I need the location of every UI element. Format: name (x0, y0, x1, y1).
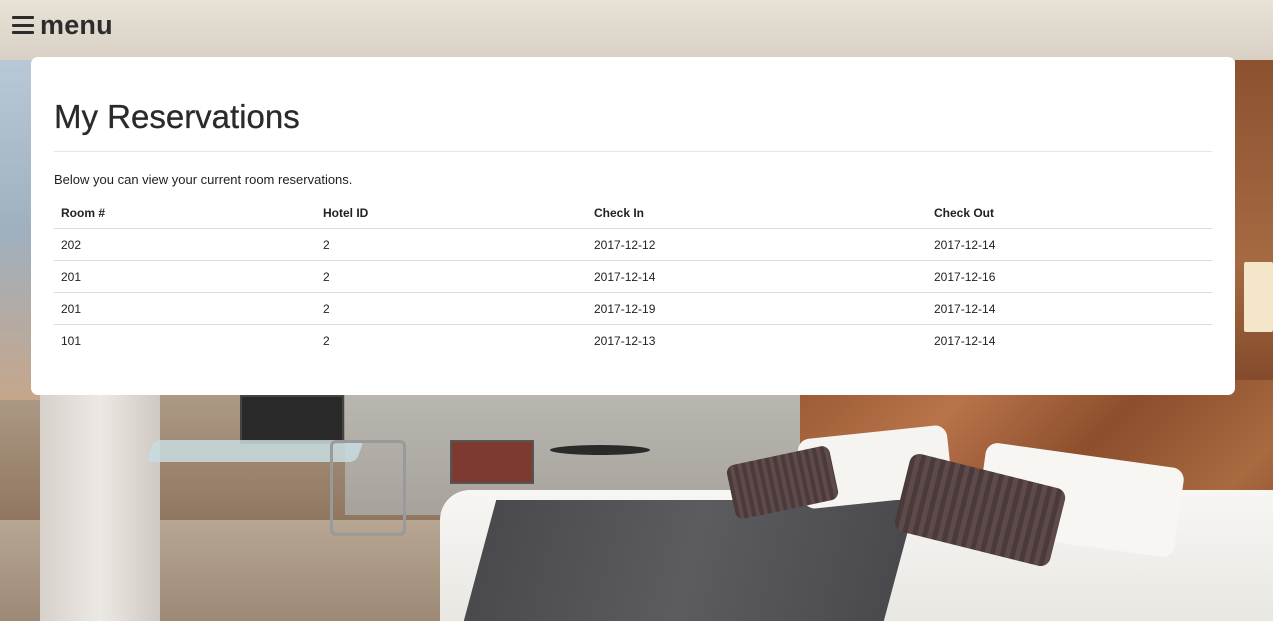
cell-check-in: 2017-12-12 (587, 228, 927, 261)
reservations-table: Room # Hotel ID Check In Check Out 202 2… (54, 197, 1212, 356)
cell-room: 202 (54, 228, 316, 261)
wood-panel-right (1235, 60, 1273, 400)
bed-runner (463, 500, 917, 621)
cell-room: 201 (54, 260, 316, 293)
cell-check-in: 2017-12-19 (587, 292, 927, 325)
column-header-room: Room # (54, 197, 316, 229)
intro-text: Below you can view your current room res… (54, 172, 353, 187)
cell-check-out: 2017-12-14 (927, 228, 1212, 261)
column-header-check-out: Check Out (927, 197, 1212, 229)
table-header-row: Room # Hotel ID Check In Check Out (54, 197, 1212, 229)
table-row: 202 2 2017-12-12 2017-12-14 (54, 228, 1212, 261)
pillar (40, 380, 160, 621)
cell-hotel-id: 2 (316, 260, 587, 293)
side-table (550, 445, 650, 455)
reservations-card: My Reservations Below you can view your … (31, 57, 1235, 395)
table-row: 201 2 2017-12-14 2017-12-16 (54, 260, 1212, 293)
menu-button[interactable]: menu (12, 10, 113, 40)
cell-check-out: 2017-12-16 (927, 260, 1212, 293)
cell-check-in: 2017-12-13 (594, 333, 656, 348)
cell-room: 101 (61, 333, 82, 348)
television (240, 395, 344, 444)
cell-check-out: 2017-12-14 (927, 292, 1212, 325)
cell-hotel-id: 2 (323, 333, 330, 348)
cell-check-in: 2017-12-14 (587, 260, 927, 293)
table-row: 101 2 2017-12-13 2017-12-14 (54, 325, 1212, 357)
cell-hotel-id: 2 (316, 292, 587, 325)
column-header-check-in: Check In (587, 197, 927, 229)
cell-room: 201 (54, 292, 316, 325)
menu-label[interactable]: menu (40, 10, 113, 40)
table-row: 201 2 2017-12-19 2017-12-14 (54, 292, 1212, 325)
hamburger-icon[interactable] (12, 16, 34, 34)
column-header-hotel-id: Hotel ID (316, 197, 587, 229)
wall-lamp (1244, 262, 1273, 332)
cell-check-out: 2017-12-14 (934, 333, 996, 348)
page-title: My Reservations (54, 57, 1212, 152)
luggage-rack (450, 440, 534, 484)
chair (330, 440, 406, 536)
cell-hotel-id: 2 (316, 228, 587, 261)
